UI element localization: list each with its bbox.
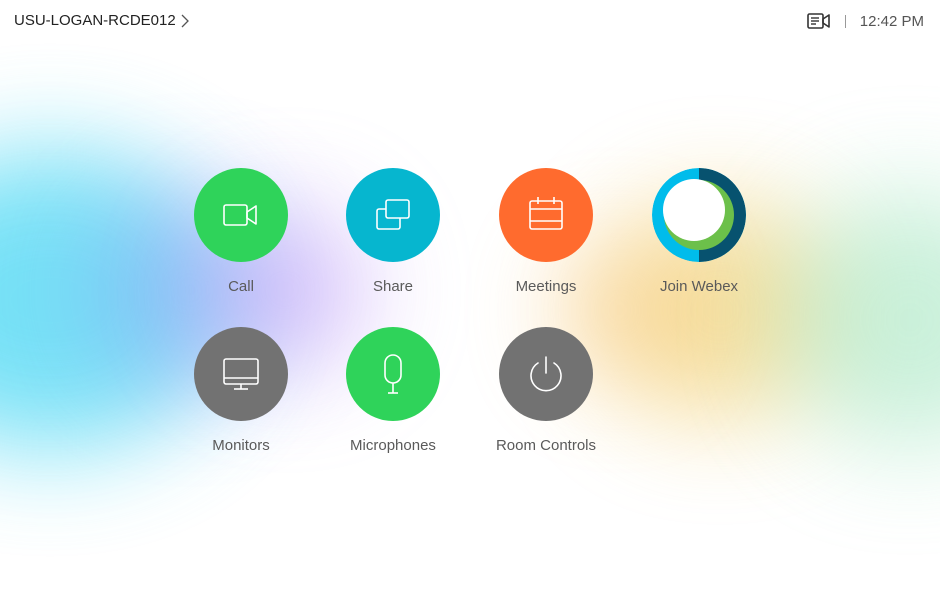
room-name-button[interactable]: USU-LOGAN-RCDE012 bbox=[14, 12, 190, 29]
clock: 12:42 PM bbox=[859, 12, 924, 30]
monitor-icon bbox=[223, 358, 259, 390]
call-button[interactable]: Call bbox=[176, 168, 306, 295]
chevron-right-icon bbox=[181, 14, 189, 27]
meetings-button[interactable]: Meetings bbox=[481, 168, 611, 295]
share-button[interactable]: Share bbox=[328, 168, 458, 295]
room-controls-label: Room Controls bbox=[495, 437, 597, 454]
meetings-label: Meetings bbox=[515, 278, 577, 295]
self-view-icon[interactable] bbox=[806, 12, 831, 30]
join-webex-button[interactable]: Join Webex bbox=[634, 168, 764, 295]
background-gradient bbox=[0, 0, 940, 593]
room-name-label: USU-LOGAN-RCDE012 bbox=[14, 12, 176, 29]
share-screens-icon bbox=[376, 199, 410, 230]
monitors-circle bbox=[194, 327, 288, 421]
calendar-icon bbox=[529, 197, 563, 230]
share-circle bbox=[346, 168, 440, 262]
join-webex-label: Join Webex bbox=[659, 278, 739, 295]
power-icon bbox=[530, 356, 562, 392]
top-bar: USU-LOGAN-RCDE012 12:42 PM bbox=[0, 0, 940, 44]
webex-logo-icon bbox=[652, 168, 746, 262]
header-status: 12:42 PM bbox=[806, 12, 924, 30]
background-blob-green bbox=[780, 190, 940, 450]
monitors-button[interactable]: Monitors bbox=[176, 327, 306, 454]
share-label: Share bbox=[372, 278, 414, 295]
video-camera-icon bbox=[223, 204, 257, 226]
meetings-circle bbox=[499, 168, 593, 262]
microphone-icon bbox=[384, 354, 402, 394]
room-controls-button[interactable]: Room Controls bbox=[481, 327, 611, 454]
microphones-label: Microphones bbox=[350, 437, 436, 454]
join-webex-circle bbox=[652, 168, 746, 262]
microphones-circle bbox=[346, 327, 440, 421]
microphones-button[interactable]: Microphones bbox=[328, 327, 458, 454]
call-label: Call bbox=[228, 278, 254, 295]
call-circle bbox=[194, 168, 288, 262]
room-controls-circle bbox=[499, 327, 593, 421]
header-divider bbox=[844, 14, 846, 28]
monitors-label: Monitors bbox=[212, 437, 270, 454]
